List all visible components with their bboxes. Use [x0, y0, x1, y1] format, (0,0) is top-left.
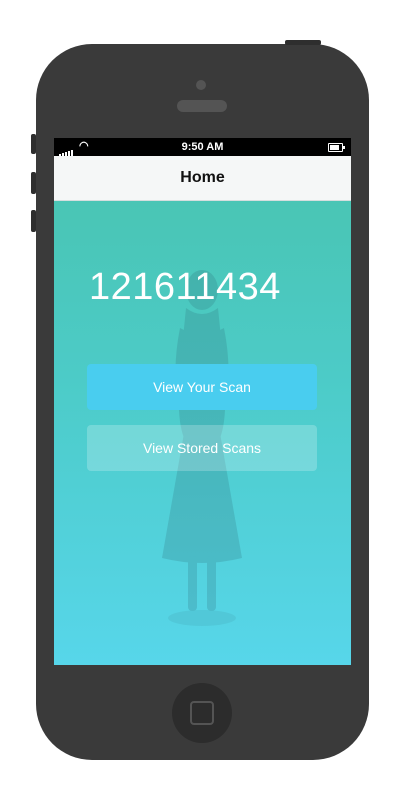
earpiece-speaker: [177, 100, 227, 112]
page-title: Home: [180, 169, 225, 186]
home-button-square: [190, 701, 214, 725]
scan-number: 121611434: [89, 266, 281, 308]
phone-frame: ◠ 9:50 AM Home 121611434 View Your Scan …: [31, 40, 369, 760]
view-your-scan-button[interactable]: View Your Scan: [87, 364, 317, 410]
volume-up-button: [31, 172, 36, 194]
front-camera: [196, 80, 206, 90]
screen: ◠ 9:50 AM Home 121611434 View Your Scan …: [54, 138, 351, 665]
battery-icon: [328, 143, 345, 152]
power-button: [285, 40, 321, 45]
home-button-icon[interactable]: [172, 683, 232, 743]
status-bar: ◠ 9:50 AM: [54, 138, 351, 156]
view-stored-scans-button[interactable]: View Stored Scans: [87, 425, 317, 471]
status-time: 9:50 AM: [181, 141, 224, 153]
mute-switch: [31, 134, 36, 154]
navigation-bar: Home: [54, 156, 351, 201]
volume-down-button: [31, 210, 36, 232]
